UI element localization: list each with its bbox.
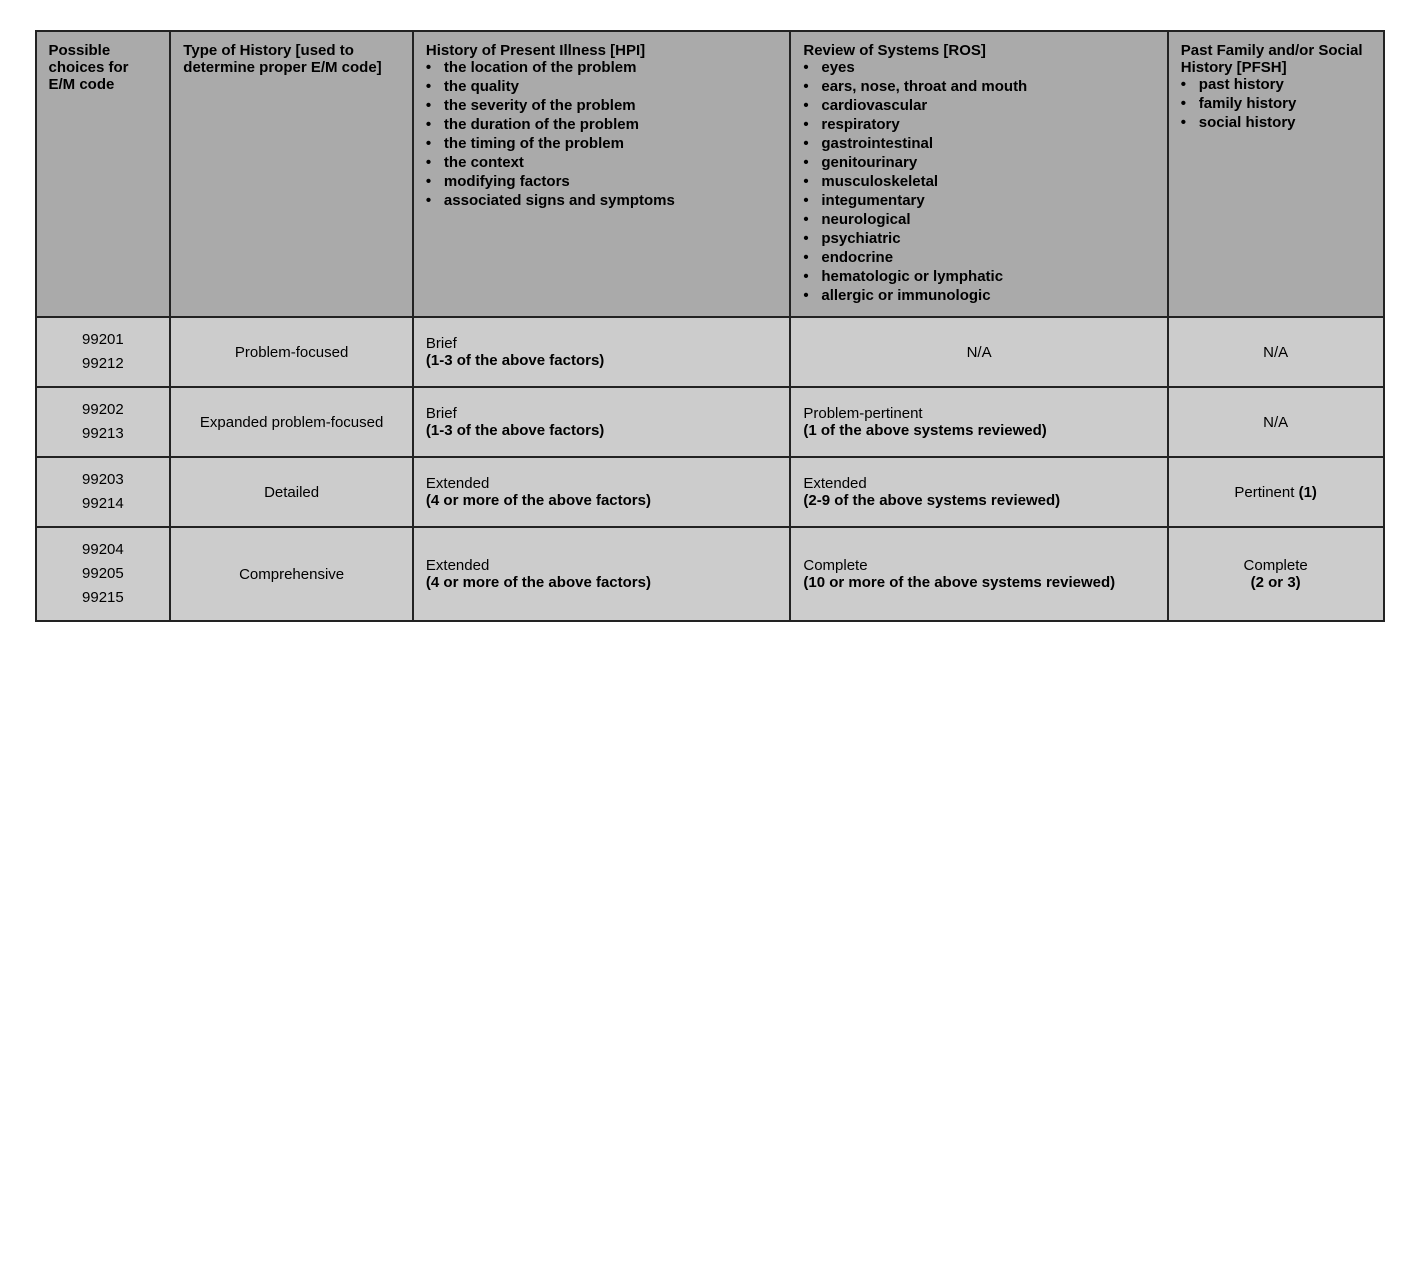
table-row-1: 9920199212 Problem-focused Brief (1-3 of… xyxy=(36,317,1384,387)
row4-hpi: Extended (4 or more of the above factors… xyxy=(413,527,790,621)
row2-ros: Problem-pertinent (1 of the above system… xyxy=(790,387,1167,457)
row1-codes: 9920199212 xyxy=(36,317,171,387)
header-col5: Past Family and/or Social History [PFSH]… xyxy=(1168,31,1384,317)
header-col2-title: Type of History [used to determine prope… xyxy=(183,42,381,76)
hpi-item: modifying factors xyxy=(426,173,777,190)
pfsh-item: social history xyxy=(1181,114,1371,131)
header-col1-title: Possible choices for E/M code xyxy=(49,42,129,93)
main-table-wrapper: Possible choices for E/M code Type of Hi… xyxy=(35,30,1385,622)
ros-item: hematologic or lymphatic xyxy=(803,268,1154,285)
row3-ros: Extended (2-9 of the above systems revie… xyxy=(790,457,1167,527)
row1-pfsh: N/A xyxy=(1168,317,1384,387)
ros-item: musculoskeletal xyxy=(803,173,1154,190)
row3-codes: 9920399214 xyxy=(36,457,171,527)
ros-list: eyes ears, nose, throat and mouth cardio… xyxy=(803,59,1154,304)
row2-pfsh: N/A xyxy=(1168,387,1384,457)
hpi-item: the duration of the problem xyxy=(426,116,777,133)
ros-item: integumentary xyxy=(803,192,1154,209)
ros-item: neurological xyxy=(803,211,1154,228)
pfsh-list: past history family history social histo… xyxy=(1181,76,1371,131)
row4-ros: Complete (10 or more of the above system… xyxy=(790,527,1167,621)
ros-item: endocrine xyxy=(803,249,1154,266)
ros-item: genitourinary xyxy=(803,154,1154,171)
header-col4: Review of Systems [ROS] eyes ears, nose,… xyxy=(790,31,1167,317)
hpi-item: the quality xyxy=(426,78,777,95)
row2-hpi: Brief (1-3 of the above factors) xyxy=(413,387,790,457)
row4-history-type: Comprehensive xyxy=(170,527,413,621)
row1-history-type: Problem-focused xyxy=(170,317,413,387)
hpi-item: the location of the problem xyxy=(426,59,777,76)
row3-history-type: Detailed xyxy=(170,457,413,527)
row1-hpi: Brief (1-3 of the above factors) xyxy=(413,317,790,387)
row3-hpi: Extended (4 or more of the above factors… xyxy=(413,457,790,527)
row4-codes: 992049920599215 xyxy=(36,527,171,621)
row4-pfsh: Complete(2 or 3) xyxy=(1168,527,1384,621)
header-col3: History of Present Illness [HPI] the loc… xyxy=(413,31,790,317)
header-col5-title: Past Family and/or Social History [PFSH] xyxy=(1181,42,1371,76)
hpi-item: the timing of the problem xyxy=(426,135,777,152)
ros-item: eyes xyxy=(803,59,1154,76)
header-col3-title: History of Present Illness [HPI] xyxy=(426,42,777,59)
ros-item: respiratory xyxy=(803,116,1154,133)
ros-item: gastrointestinal xyxy=(803,135,1154,152)
table-row-2: 9920299213 Expanded problem-focused Brie… xyxy=(36,387,1384,457)
hpi-list: the location of the problem the quality … xyxy=(426,59,777,209)
ros-item: ears, nose, throat and mouth xyxy=(803,78,1154,95)
row1-ros: N/A xyxy=(790,317,1167,387)
hpi-item: associated signs and symptoms xyxy=(426,192,777,209)
header-col4-title: Review of Systems [ROS] xyxy=(803,42,1154,59)
header-col1: Possible choices for E/M code xyxy=(36,31,171,317)
header-col2: Type of History [used to determine prope… xyxy=(170,31,413,317)
table-row-3: 9920399214 Detailed Extended (4 or more … xyxy=(36,457,1384,527)
em-code-table: Possible choices for E/M code Type of Hi… xyxy=(35,30,1385,622)
ros-item: psychiatric xyxy=(803,230,1154,247)
pfsh-item: family history xyxy=(1181,95,1371,112)
row2-codes: 9920299213 xyxy=(36,387,171,457)
ros-item: cardiovascular xyxy=(803,97,1154,114)
ros-item: allergic or immunologic xyxy=(803,287,1154,304)
row3-pfsh: Pertinent (1) xyxy=(1168,457,1384,527)
hpi-item: the context xyxy=(426,154,777,171)
row2-history-type: Expanded problem-focused xyxy=(170,387,413,457)
pfsh-item: past history xyxy=(1181,76,1371,93)
hpi-item: the severity of the problem xyxy=(426,97,777,114)
table-row-4: 992049920599215 Comprehensive Extended (… xyxy=(36,527,1384,621)
